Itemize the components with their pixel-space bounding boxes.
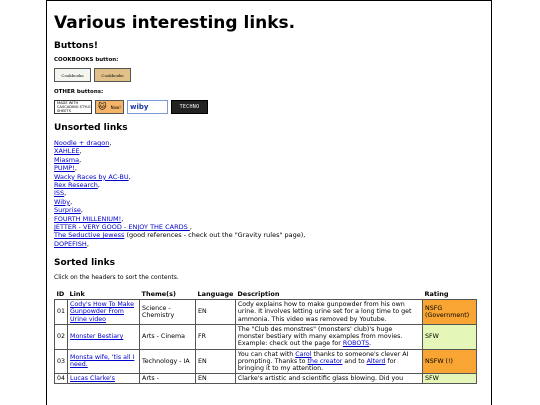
other-button-row: MADE WITH CASCADING STYLE SHEETS 🐱 Now! w… [54, 100, 484, 115]
sorted-links-table: ID Link Theme(s) Language Description Ra… [53, 289, 477, 385]
column-header-language[interactable]: Language [196, 289, 236, 300]
cell-link: Cody's How To Make Gunpowder From Urine … [67, 299, 141, 325]
list-item: Wiby, [54, 197, 73, 206]
link-jetter[interactable]: JETTER - VERY GOOD - ENJOY THE CARDS [54, 223, 190, 231]
cell-description: You can chat with Carol thanks to someon… [234, 348, 424, 375]
cell-rating: NSFW (!) [422, 348, 477, 375]
css-badge-icon[interactable]: MADE WITH CASCADING STYLE SHEETS [54, 100, 92, 114]
sorted-links-heading: Sorted links [54, 258, 116, 269]
list-item: Miasma, [54, 155, 82, 164]
cell-description: The "Club des monstres" (monsters' club)… [234, 323, 424, 350]
unsorted-links-list: Noodle + dragon, XAHLEE, Miasma, PUMP!, … [54, 139, 484, 248]
techno-badge-icon[interactable]: TECHNO [171, 100, 208, 114]
sort-hint: Click on the headers to sort the content… [54, 274, 179, 282]
cat-icon: 🐱 [98, 102, 107, 111]
table-row: 04 Lucas Clarke's Arts - EN Clarke's art… [53, 373, 477, 385]
list-item: PUMP!, [54, 164, 77, 173]
buttons-heading: Buttons! [54, 41, 98, 51]
cell-theme: Arts - [139, 373, 197, 385]
cell-description: Clarke's artistic and scientific glass b… [234, 373, 424, 385]
column-header-description[interactable]: Description [235, 289, 422, 300]
cell-language: EN [195, 373, 236, 385]
cell-id: 02 [53, 323, 69, 350]
cat-badge-icon[interactable]: 🐱 Now! [95, 100, 124, 114]
cookbooks-label: COOKBOOKS button: [54, 57, 119, 63]
table-row: 02 Monster Bestiary Arts - Cinema FR The… [53, 323, 477, 350]
cookbooks-badge-light-icon[interactable]: Cookbooks [54, 68, 91, 82]
cell-rating: SFW [422, 373, 477, 385]
alterd-link[interactable]: Alterd [367, 358, 386, 365]
other-buttons-label: OTHER buttons: [54, 89, 104, 95]
cell-language: EN [195, 348, 236, 375]
cell-language: FR [195, 323, 236, 350]
link-wiby[interactable]: Wiby [54, 198, 70, 206]
cell-link: Lucas Clarke's [67, 373, 141, 385]
page-title: Various interesting links. [54, 13, 296, 33]
cell-id: 04 [53, 373, 69, 385]
cell-theme: Science - Chemistry [139, 299, 197, 325]
link-surprise[interactable]: Surprise [54, 206, 81, 214]
unsorted-links-heading: Unsorted links [54, 123, 128, 133]
link-dopefish[interactable]: DOPEFISH [54, 240, 87, 248]
row-link[interactable]: Monster Bestiary [70, 333, 123, 340]
link-noodle-dragon[interactable]: Noodle + dragon [54, 139, 109, 147]
link-xahlee[interactable]: XAHLEE [54, 147, 80, 155]
cell-id: 01 [53, 299, 69, 325]
cell-rating: NSFG (Government) [422, 299, 477, 325]
link-pump[interactable]: PUMP! [54, 164, 75, 172]
cell-theme: Technology - IA [139, 348, 197, 375]
link-wacky-races[interactable]: Wacky Races by AC-BU [54, 173, 129, 181]
column-header-link[interactable]: Link [68, 289, 140, 300]
link-seductive-jewess[interactable]: The Seductive Jewess [54, 231, 124, 239]
column-header-rating[interactable]: Rating [423, 289, 477, 300]
cell-link: Monsta wife, 'tis all I need. [67, 348, 141, 375]
list-item: Rex Research, [54, 181, 100, 190]
cell-id: 03 [53, 348, 69, 375]
cookbooks-badge-tan-icon[interactable]: Cookbooks [94, 68, 131, 82]
list-item: XAHLEE, [54, 147, 82, 156]
link-rex-research[interactable]: Rex Research [54, 181, 98, 189]
cell-description: Cody explains how to make gunpowder from… [234, 299, 424, 325]
list-item: DOPEFISH, [54, 239, 89, 248]
table-header-row: ID Link Theme(s) Language Description Ra… [55, 289, 477, 300]
list-item: The Seductive Jewess (good references - … [54, 231, 306, 240]
cell-theme: Arts - Cinema [139, 323, 197, 350]
creator-link[interactable]: the creator [308, 358, 343, 365]
column-header-id[interactable]: ID [55, 289, 68, 300]
cell-language: EN [195, 299, 236, 325]
wiby-badge-icon[interactable]: wiby [127, 100, 168, 114]
list-item: Surprise, [54, 206, 83, 215]
link-fourth-millenium[interactable]: FOURTH MILLENIUM! [54, 215, 121, 223]
table-row: 03 Monsta wife, 'tis all I need. Technol… [53, 348, 477, 375]
list-item: FOURTH MILLENIUM!, [54, 214, 124, 223]
link-iss[interactable]: ISS [54, 189, 64, 197]
robots-link[interactable]: ROBOTS [343, 340, 369, 347]
link-miasma[interactable]: Miasma [54, 156, 79, 164]
table-row: 01 Cody's How To Make Gunpowder From Uri… [53, 299, 477, 325]
row-link[interactable]: Monsta wife, 'tis all I need. [70, 354, 134, 368]
cell-link: Monster Bestiary [67, 323, 141, 350]
list-item: JETTER - VERY GOOD - ENJOY THE CARDS , [54, 223, 192, 232]
list-item: Wacky Races by AC-BU, [54, 172, 131, 181]
page-frame: Various interesting links. Buttons! COOK… [46, 0, 492, 405]
column-header-themes[interactable]: Theme(s) [140, 289, 196, 300]
row-link[interactable]: Cody's How To Make Gunpowder From Urine … [70, 301, 134, 322]
carol-link[interactable]: Carol [295, 351, 311, 358]
cookbooks-button-row: Cookbooks Cookbooks [54, 68, 484, 83]
list-item: ISS, [54, 189, 67, 198]
row-link[interactable]: Lucas Clarke's [70, 375, 115, 382]
cell-rating: SFW [422, 323, 477, 350]
list-item: Noodle + dragon, [54, 139, 112, 147]
